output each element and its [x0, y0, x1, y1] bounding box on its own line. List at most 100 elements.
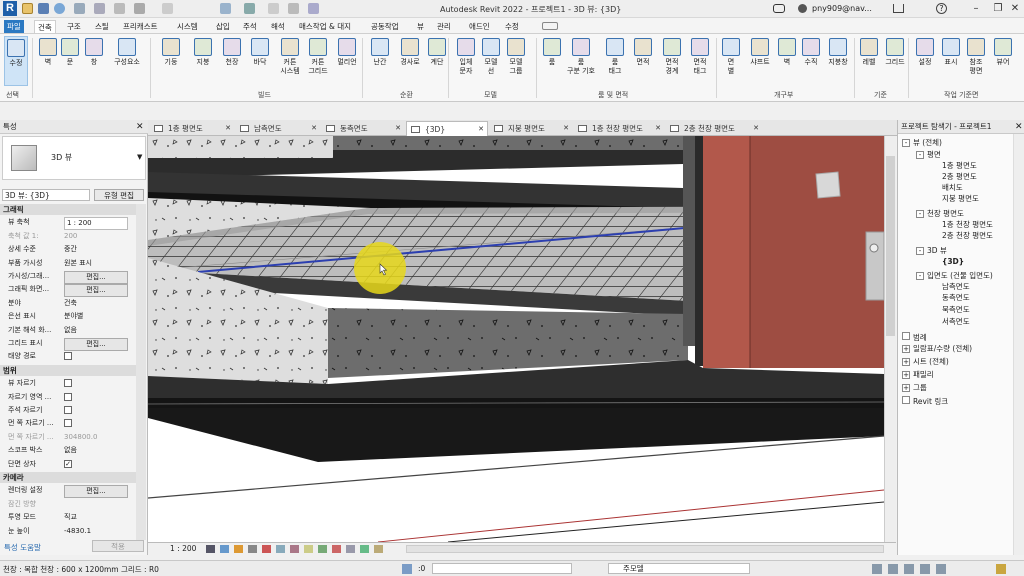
view-tab[interactable]: 2층 천장 평면도 ✕ — [666, 121, 762, 136]
ribbon-tool[interactable]: 룸 태그 — [604, 36, 626, 86]
ribbon-panel-label[interactable]: 선택 — [6, 90, 19, 100]
detail-level-icon[interactable] — [206, 545, 215, 553]
ribbon-tool[interactable]: 벽 — [778, 36, 796, 86]
drag-elements-icon[interactable] — [936, 564, 946, 574]
ribbon-tool[interactable]: 구성요소 — [110, 36, 144, 86]
select-pinned-icon[interactable] — [904, 564, 914, 574]
browser-scrollbar[interactable] — [1013, 134, 1024, 555]
tab-close-icon[interactable]: ✕ — [655, 121, 661, 136]
browser-node[interactable]: {3D} — [942, 257, 964, 267]
browser-node[interactable]: + 패밀리 — [902, 370, 934, 380]
highlight-icon[interactable] — [374, 545, 383, 553]
expand-toggle-icon[interactable]: - — [902, 139, 910, 147]
active-workset[interactable] — [432, 563, 572, 574]
ribbon-tool[interactable]: 수정 — [4, 36, 28, 86]
ribbon-panel-label[interactable]: 모델 — [484, 90, 497, 100]
browser-node[interactable]: -뷰 (전체) — [902, 138, 942, 148]
ribbon-panel-label[interactable]: 기준 — [874, 90, 887, 100]
redo-icon[interactable] — [94, 3, 105, 14]
browser-node[interactable]: 북측면도 — [942, 305, 970, 315]
tab-close-icon[interactable]: ✕ — [478, 122, 484, 137]
browser-node[interactable]: 배치도 — [942, 183, 963, 193]
undo-icon[interactable] — [74, 3, 85, 14]
expand-toggle-icon[interactable]: - — [916, 210, 924, 218]
select-links-icon[interactable] — [872, 564, 882, 574]
expand-toggle-icon[interactable]: + — [902, 345, 910, 353]
menu-annotate[interactable]: 주석 — [240, 20, 260, 33]
ribbon-tool[interactable]: 커튼 그리드 — [304, 36, 332, 86]
ribbon-tool[interactable]: 면 별 — [720, 36, 742, 86]
visual-style-icon[interactable] — [220, 545, 229, 553]
ribbon-tool[interactable]: 모델 선 — [480, 36, 502, 86]
ribbon-tool[interactable]: 그리드 — [882, 36, 908, 86]
ribbon-panel-label[interactable]: 개구부 — [774, 90, 793, 100]
menu-modify[interactable]: 수정 — [502, 20, 522, 33]
browser-node[interactable]: 2층 평면도 — [942, 172, 977, 182]
browser-node[interactable]: 남측면도 — [942, 282, 970, 292]
browser-node[interactable]: Revit 링크 — [902, 396, 948, 407]
ribbon-tool[interactable]: 난간 — [368, 36, 392, 86]
view-scale[interactable]: 1 : 200 — [170, 544, 196, 553]
browser-node[interactable]: - 입면도 (건물 입면도) — [916, 271, 993, 281]
tab-close-icon[interactable]: ✕ — [225, 121, 231, 136]
click-select-icon[interactable] — [402, 564, 412, 574]
property-value[interactable]: -4830.1 — [64, 526, 128, 537]
ribbon-panel-label[interactable]: 순환 — [400, 90, 413, 100]
property-value[interactable]: 편집... — [64, 271, 128, 284]
text-icon[interactable] — [162, 3, 173, 14]
property-value[interactable] — [64, 418, 128, 431]
property-value[interactable]: 직교 — [64, 512, 128, 523]
close-button[interactable]: ✕ — [1005, 2, 1024, 16]
select-underlay-icon[interactable] — [888, 564, 898, 574]
menu-systems[interactable]: 시스템 — [174, 20, 201, 33]
thin-lines-icon[interactable] — [268, 3, 279, 14]
browser-node[interactable]: -3D 뷰 — [916, 246, 947, 256]
apply-button[interactable]: 적용 — [92, 540, 144, 552]
ribbon-tool[interactable]: 레벨 — [858, 36, 880, 86]
viewport-scrollbar[interactable] — [884, 136, 896, 542]
print-icon[interactable] — [114, 3, 125, 14]
property-checkbox[interactable] — [64, 419, 72, 428]
user-name[interactable]: pny909@nav... — [812, 4, 872, 13]
properties-scrollbar[interactable] — [136, 204, 146, 540]
expand-toggle-icon[interactable]: - — [916, 247, 924, 255]
property-checkbox[interactable] — [64, 392, 72, 401]
expand-toggle-icon[interactable]: - — [916, 151, 924, 159]
tab-close-icon[interactable]: ✕ — [563, 121, 569, 136]
property-section[interactable]: 그래픽 — [0, 204, 138, 215]
shadows-icon[interactable] — [248, 545, 257, 553]
menu-view[interactable]: 뷰 — [414, 20, 427, 33]
hide-isolate-icon[interactable] — [318, 545, 327, 553]
type-dropdown-icon[interactable]: ▼ — [137, 153, 142, 161]
view-tab[interactable]: 지붕 평면도 ✕ — [490, 121, 572, 136]
ribbon-tool[interactable]: 뷰어 — [992, 36, 1014, 86]
view-tab[interactable]: 남측면도 ✕ — [236, 121, 320, 136]
edit-type-button[interactable]: 유형 편집 — [94, 189, 144, 201]
cart-icon[interactable] — [893, 4, 904, 13]
property-checkbox[interactable] — [64, 379, 72, 388]
menu-precast[interactable]: 프리캐스트 — [120, 20, 161, 33]
property-value[interactable]: 1 : 200 — [64, 217, 128, 231]
ribbon-tool[interactable]: 모델 그룹 — [504, 36, 528, 86]
menu-architecture[interactable]: 건축 — [34, 20, 56, 33]
filter-icon[interactable] — [996, 564, 1006, 574]
view-tab[interactable]: 동측면도 ✕ — [322, 121, 404, 136]
horizontal-scrollbar[interactable] — [406, 545, 884, 553]
ribbon-tool[interactable]: 창 — [84, 36, 104, 86]
tab-close-icon[interactable]: ✕ — [753, 121, 759, 136]
close-hidden-icon[interactable] — [288, 3, 299, 14]
browser-close-icon[interactable]: ✕ — [1015, 122, 1023, 132]
browser-node[interactable]: 지붕 평면도 — [942, 194, 979, 204]
open-icon[interactable] — [22, 3, 33, 14]
properties-close-icon[interactable]: ✕ — [136, 122, 144, 132]
ribbon-tool[interactable]: 룸 구분 기호 — [562, 36, 600, 86]
property-value[interactable]: 200 — [64, 231, 128, 242]
ribbon-tool[interactable]: 바닥 — [248, 36, 272, 86]
property-value[interactable]: 없음 — [64, 445, 128, 456]
menu-addins[interactable]: 애드인 — [466, 20, 493, 33]
ribbon-tool[interactable]: 면적 태그 — [688, 36, 712, 86]
section-icon[interactable] — [244, 3, 255, 14]
browser-node[interactable]: 서측면도 — [942, 317, 970, 327]
sync-icon[interactable] — [54, 3, 65, 14]
switch-windows-icon[interactable] — [308, 3, 319, 14]
